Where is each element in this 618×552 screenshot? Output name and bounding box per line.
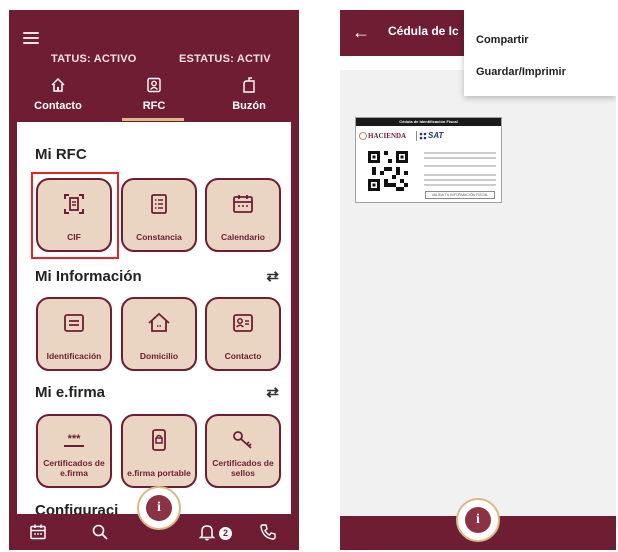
- info-button[interactable]: i: [137, 486, 181, 530]
- tile-certificados-efirma[interactable]: *** Certificados de e.firma: [36, 414, 112, 488]
- home-icon: [13, 74, 103, 96]
- search-icon[interactable]: [91, 522, 109, 542]
- text-line: [424, 174, 496, 176]
- tile-label: Contacto: [224, 351, 262, 361]
- info-icon: i: [146, 495, 172, 521]
- tile-label: CIF: [67, 232, 81, 242]
- tile-label: Certificados de sellos: [212, 458, 274, 478]
- sat-logo-icon: [419, 132, 427, 140]
- bell-icon[interactable]: [197, 522, 217, 542]
- calendar-icon: [207, 192, 279, 216]
- contact-card-icon: [207, 311, 279, 335]
- sat-app-rfc-screen: TATUS: ACTIVO ESTATUS: ACTIV Contacto RF…: [9, 10, 299, 550]
- tab-label: Contacto: [34, 100, 82, 112]
- tab-label: Buzón: [232, 100, 266, 112]
- logo-divider: [416, 131, 417, 141]
- overflow-menu: Compartir Guardar/Imprimir: [464, 10, 616, 96]
- password-icon: ***: [38, 428, 110, 452]
- cedula-viewer-screen: ← Cédula de Ic Cédula de Identificación …: [340, 10, 616, 550]
- tile-domicilio[interactable]: Domicilio: [121, 297, 197, 371]
- document-header: Cédula de Identificación Fiscal: [356, 118, 501, 126]
- menu-item-compartir[interactable]: Compartir: [476, 34, 529, 46]
- tile-contacto[interactable]: Contacto: [205, 297, 281, 371]
- tile-calendario[interactable]: Calendario: [205, 178, 281, 252]
- page-title: Cédula de Ic: [388, 24, 459, 38]
- tab-label: RFC: [142, 100, 166, 112]
- tile-efirma-portable[interactable]: e.firma portable: [121, 414, 197, 488]
- cedula-document[interactable]: Cédula de Identificación Fiscal HACIENDA…: [355, 117, 502, 203]
- scan-document-icon: [38, 192, 110, 216]
- qr-code-icon: [368, 151, 408, 191]
- calendar-icon[interactable]: [29, 522, 47, 542]
- section-title-mi-rfc: Mi RFC: [35, 146, 87, 163]
- text-line: [424, 184, 496, 186]
- back-arrow-icon[interactable]: ←: [352, 22, 370, 43]
- text-line: [424, 152, 496, 154]
- status-label: ESTATUS: ACTIV: [179, 53, 271, 65]
- text-line: [424, 165, 496, 167]
- status-label: TATUS: ACTIVO: [51, 53, 137, 65]
- selected-tab-indicator: [122, 118, 184, 121]
- valida-info-button[interactable]: VALIDA TU INFORMACIÓN FISCAL: [425, 191, 495, 199]
- text-line: [424, 179, 496, 181]
- text-line: [424, 157, 496, 159]
- tile-identificacion[interactable]: Identificación: [36, 297, 112, 371]
- top-header: TATUS: ACTIVO ESTATUS: ACTIV Contacto RF…: [9, 10, 299, 122]
- tile-label: Constancia: [136, 232, 182, 242]
- tile-label: Identificación: [46, 351, 102, 361]
- id-card-icon: [109, 74, 199, 96]
- tile-constancia[interactable]: Constancia: [121, 178, 197, 252]
- notification-badge: 2: [219, 527, 232, 540]
- hacienda-logo: HACIENDA: [368, 132, 407, 140]
- tile-label: Certificados de e.firma: [43, 458, 105, 478]
- tab-buzon[interactable]: Buzón: [204, 74, 294, 112]
- list-document-icon: [123, 192, 195, 216]
- tile-label: Domicilio: [139, 351, 179, 361]
- menu-item-guardar-imprimir[interactable]: Guardar/Imprimir: [476, 66, 566, 78]
- tile-cif[interactable]: CIF: [36, 178, 112, 252]
- info-button[interactable]: i: [456, 498, 500, 542]
- tile-label: Calendario: [221, 232, 265, 242]
- key-icon: [207, 428, 279, 452]
- sat-logo: SAT: [428, 131, 444, 140]
- section-title-mi-informacion: Mi Información: [35, 268, 142, 285]
- phone-icon[interactable]: [259, 522, 277, 542]
- identification-icon: [38, 311, 110, 335]
- lock-phone-icon: [123, 428, 195, 452]
- swap-arrows-icon[interactable]: ⇄: [266, 383, 279, 401]
- tab-rfc[interactable]: RFC: [109, 74, 199, 112]
- info-icon: i: [465, 507, 491, 533]
- main-content: Mi RFC CIF Constancia Calendario Mi Info…: [9, 122, 299, 519]
- mailbox-icon: [204, 74, 294, 96]
- hamburger-menu-icon[interactable]: [23, 32, 39, 44]
- svg-text:***: ***: [68, 433, 82, 445]
- house-icon: [123, 311, 195, 335]
- tab-contacto[interactable]: Contacto: [13, 74, 103, 112]
- hacienda-seal-icon: [359, 132, 367, 140]
- swap-arrows-icon[interactable]: ⇄: [266, 267, 279, 285]
- tile-label: e.firma portable: [127, 468, 191, 478]
- tile-certificados-sellos[interactable]: Certificados de sellos: [205, 414, 281, 488]
- section-title-mi-efirma: Mi e.firma: [35, 384, 106, 401]
